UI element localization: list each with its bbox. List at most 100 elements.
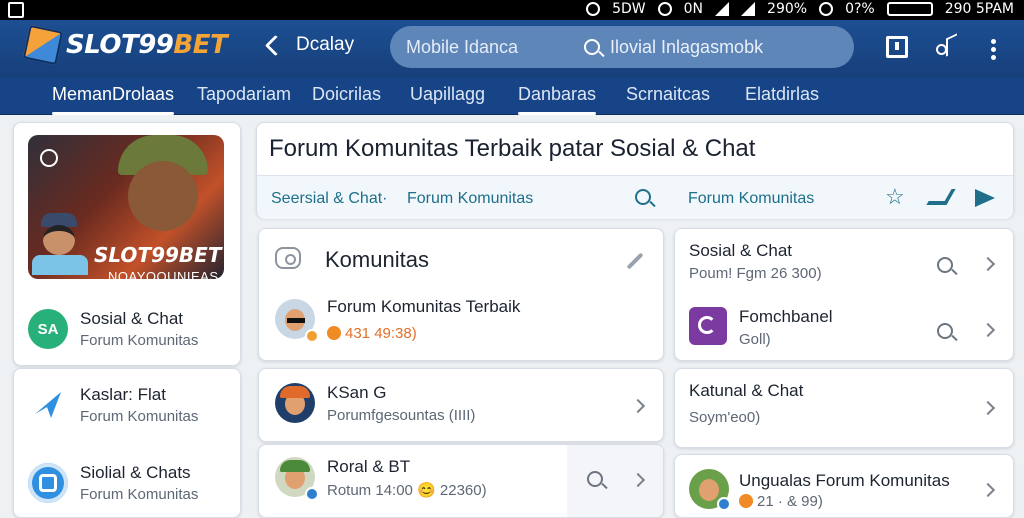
star-icon[interactable]: ☆ [885,186,905,208]
trend-icon[interactable] [926,189,956,205]
forum-header-card: Forum Komunitas Terbaik patar Sosial & C… [256,122,1014,219]
signal-icon [715,2,730,16]
search-icon[interactable] [635,189,651,205]
tab-5[interactable]: Scrnaitcas [626,84,710,105]
page-title: Forum Komunitas Terbaik patar Sosial & C… [269,135,756,162]
tab-3[interactable]: Uapillagg [410,84,485,105]
search-icon [584,39,600,55]
brand-logo[interactable]: SLOT99BET [22,24,228,66]
sidebar-item-2[interactable]: Siolial & Chats Forum Komunitas [28,463,198,503]
status-time: 290 5PAM [944,1,1014,17]
right-row-2[interactable]: Katunal & Chat Soym'eo0) [674,368,1014,448]
row-meta: 21 · & 99) [739,493,823,510]
app-bar: SLOT99BET Dcalay Mobile Idanca Ilovial I… [0,20,1024,78]
sosial-chat-icon: SA [28,309,68,349]
category-tabs: MemanDrolaas Tapodariam Doicrilas Uapill… [0,78,1024,115]
row-meta: Porumfgesountas (IIII) [327,407,476,424]
status-left-text: 5DW [612,1,646,17]
status-right: 5DW 0N 290% 0?% 290 5PAM [586,1,1014,17]
back-arrow-icon [266,35,286,55]
sidebar-item-0[interactable]: SA Sosial & Chat Forum Komunitas [28,309,198,349]
share-icon[interactable] [936,36,958,58]
community-row-2[interactable]: Roral & BT Rotum 14:00 😊 22360) [258,444,664,518]
community-row-1[interactable]: KSan G Porumfgesountas (IIII) [258,368,664,442]
sub-navigation: Seersial & Chat· Forum Komunitas Forum K… [257,175,1013,219]
chevron-right-icon[interactable] [980,400,996,416]
subnav-sosial-chat[interactable]: Seersial & Chat· [271,190,388,208]
row-meta: 431 49:38) [327,325,417,342]
back-link-label: Dcalay [296,34,355,55]
sidebar-item-title: Siolial & Chats [80,463,191,482]
more-menu-icon[interactable] [991,39,1013,61]
badge-icon [717,497,731,511]
logo-wordmark: SLOT99BET [66,30,228,60]
row-title: Sosial & Chat [689,241,792,260]
tab-1[interactable]: Tapodariam [197,84,291,105]
promo-brand: SLOT99BET [94,243,222,267]
edit-icon[interactable] [626,252,644,270]
send-icon[interactable] [975,189,995,207]
badge-icon [305,329,319,343]
subnav-forum[interactable]: Forum Komunitas [407,190,533,208]
row-meta: Poum! Fgm 26 300) [689,265,822,282]
promo-banner-image[interactable]: SLOT99BET NOAYOOUNIEAS [28,135,224,279]
tab-0[interactable]: MemanDrolaas [52,84,175,115]
search-icon[interactable] [937,323,953,339]
bird-icon [28,385,68,425]
tab-2[interactable]: Doicrilas [312,84,381,105]
sidebar-item-subtitle: Forum Komunitas [80,486,199,503]
logo-cube-icon [22,24,64,66]
chat-window-icon [28,463,68,503]
search-bar[interactable]: Mobile Idanca Ilovial Inlagasmobk [390,26,854,68]
chevron-right-icon[interactable] [980,482,996,498]
search-prefix: Mobile Idanca [406,36,519,57]
row-title: Roral & BT [327,457,411,476]
row-title: Ungualas Forum Komunitas [739,471,950,490]
row-meta: Goll) [739,331,771,348]
promo-card[interactable]: SLOT99BET NOAYOOUNIEAS SA Sosial & Chat … [13,122,241,366]
chevron-right-icon[interactable] [980,256,996,272]
search-input[interactable]: Ilovial Inlagasmobk [610,37,763,58]
search-icon[interactable] [587,471,603,487]
row-meta: Soym'eo0) [689,409,761,426]
community-card: Komunitas Forum Komunitas Terbaik 431 49… [258,228,664,361]
status-mid-text: 0N [683,1,704,17]
tab-6[interactable]: Elatdirlas [745,84,819,105]
row-title: Forum Komunitas Terbaik [327,297,521,316]
chat-bubble-icon [275,247,301,269]
right-row-3[interactable]: Ungualas Forum Komunitas 21 · & 99) [674,454,1014,518]
row-title: Fomchbanel [739,307,833,326]
row-title: KSan G [327,383,387,402]
bookmark-icon[interactable] [886,36,908,58]
row-meta: Rotum 14:00 😊 22360) [327,482,487,499]
right-list-card: Sosial & Chat Poum! Fgm 26 300) Fomchban… [674,228,1014,361]
avatar [275,383,315,423]
vibrate-icon [819,2,834,16]
badge-icon [305,487,319,501]
status-battery-pct: 0?% [845,1,875,17]
chevron-right-icon[interactable] [980,322,996,338]
sidebar-item-subtitle: Forum Komunitas [80,408,199,425]
battery-icon [886,2,933,16]
chevron-right-icon[interactable] [630,398,646,414]
subnav-forum-2[interactable]: Forum Komunitas [688,190,814,208]
back-link[interactable]: Dcalay [266,34,354,56]
search-icon[interactable] [937,257,953,273]
row-title: Katunal & Chat [689,381,804,400]
sidebar-item-subtitle: Forum Komunitas [80,332,199,349]
community-header: Komunitas [325,247,429,272]
sidebar-list-card: Kaslar: Flat Forum Komunitas Siolial & C… [13,368,241,518]
badge-icon [40,149,58,167]
app-icon [689,307,727,345]
location-icon [586,2,601,16]
alarm-icon [657,2,672,16]
signal-icon-2 [741,2,756,16]
sidebar-item-title: Sosial & Chat [80,309,183,328]
tab-4[interactable]: Danbaras [518,84,597,115]
sidebar-item-1[interactable]: Kaslar: Flat Forum Komunitas [28,385,198,425]
status-percent: 290% [767,1,808,17]
sidebar-item-title: Kaslar: Flat [80,385,166,404]
status-bar: 5DW 0N 290% 0?% 290 5PAM [0,0,1024,20]
notification-icon [8,2,24,18]
promo-tagline: NOAYOOUNIEAS [108,269,219,279]
